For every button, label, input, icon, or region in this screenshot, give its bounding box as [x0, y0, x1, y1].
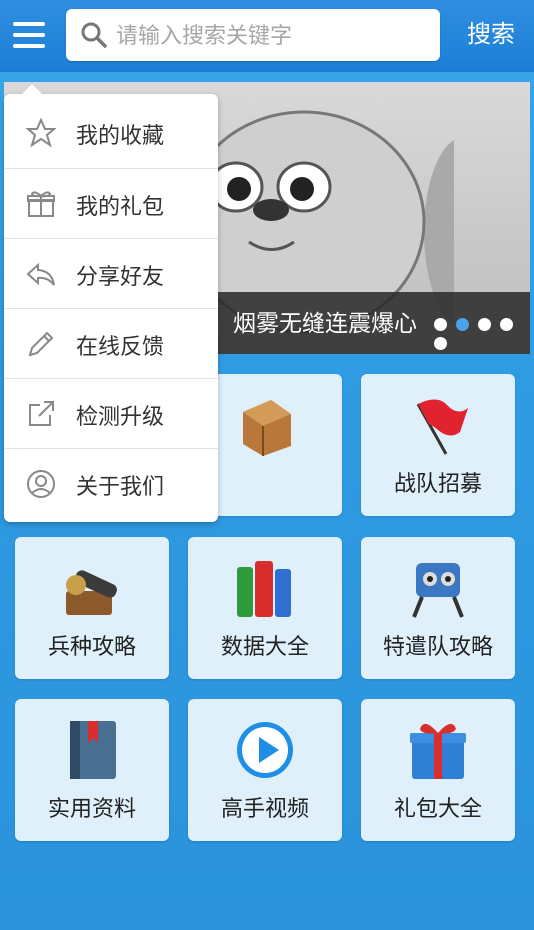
tile-label: 实用资料: [47, 797, 136, 822]
menu-item-label: 检测升级: [76, 405, 165, 430]
menu-item-feedback[interactable]: 在线反馈: [4, 308, 218, 378]
menu-item-label: 分享好友: [76, 265, 165, 290]
search-button[interactable]: 搜索: [456, 16, 526, 52]
tile-label: 高手视频: [220, 797, 309, 822]
carousel-dot[interactable]: [478, 318, 491, 331]
books-icon: [237, 561, 291, 617]
tile-task-force-guide[interactable]: 特遣队攻略: [361, 537, 515, 679]
share-icon: [26, 262, 55, 286]
menu-item-about-us[interactable]: 关于我们: [4, 448, 218, 518]
tile-expert-videos[interactable]: 高手视频: [188, 699, 342, 841]
tile-label: 兵种攻略: [47, 635, 136, 660]
carousel-dot-active[interactable]: [456, 318, 469, 331]
menu-icon[interactable]: [8, 14, 50, 56]
crate-icon: [243, 400, 291, 456]
search-box[interactable]: [66, 9, 440, 63]
notebook-icon: [70, 721, 116, 779]
tile-data-encyclopedia[interactable]: 数据大全: [188, 537, 342, 679]
menu-item-label: 我的收藏: [76, 124, 165, 149]
carousel-dot[interactable]: [500, 318, 513, 331]
search-icon: [81, 22, 107, 48]
tile-troop-guide[interactable]: 兵种攻略: [15, 537, 169, 679]
menu-item-favorites[interactable]: 我的收藏: [4, 98, 218, 167]
tile-label: 数据大全: [220, 635, 309, 660]
dropdown-menu: 我的收藏 我的礼包 分享好友 在线反馈 检测升级 关于我们: [4, 84, 218, 522]
cannon-icon: [66, 570, 117, 615]
gift-box-icon: [410, 723, 466, 779]
gift-icon: [27, 191, 55, 217]
menu-item-check-update[interactable]: 检测升级: [4, 378, 218, 448]
tile-gift-packs[interactable]: 礼包大全: [361, 699, 515, 841]
menu-item-label: 在线反馈: [76, 335, 165, 360]
menu-item-my-gifts[interactable]: 我的礼包: [4, 168, 218, 238]
star-icon: [26, 118, 56, 148]
robot-icon: [412, 563, 464, 618]
tile-team-recruit[interactable]: 战队招募: [361, 374, 515, 516]
red-flag-icon: [416, 399, 468, 455]
carousel-dots: [434, 316, 530, 354]
banner-caption: 」烟雾无缝连震爆心: [210, 311, 417, 337]
pencil-icon: [28, 331, 54, 357]
play-icon: [237, 722, 293, 778]
tile-label: 特遣队攻略: [382, 635, 493, 660]
user-icon: [27, 470, 55, 498]
search-input[interactable]: [114, 9, 434, 63]
carousel-dot[interactable]: [434, 318, 447, 331]
tile-useful-info[interactable]: 实用资料: [15, 699, 169, 841]
top-bar: 搜索: [0, 0, 534, 72]
tile-label: 战队招募: [393, 472, 482, 497]
menu-item-label: 关于我们: [76, 475, 165, 500]
carousel-dot[interactable]: [434, 337, 447, 350]
menu-item-label: 我的礼包: [76, 195, 165, 220]
tile-label: 礼包大全: [393, 797, 482, 822]
external-link-icon: [29, 401, 54, 426]
dropdown-arrow: [22, 84, 42, 94]
menu-item-share[interactable]: 分享好友: [4, 238, 218, 308]
